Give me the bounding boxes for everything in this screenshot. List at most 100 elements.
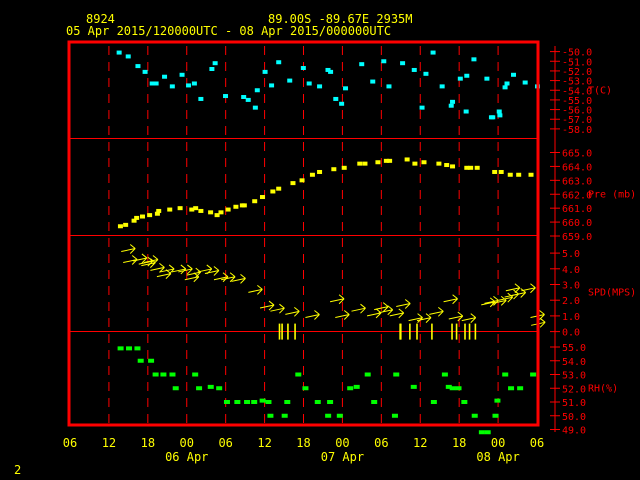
axis-tick-label: 52.0: [562, 384, 586, 395]
temperature-point: [135, 64, 141, 69]
time-tick-label: 06: [530, 436, 544, 450]
pressure-point: [177, 206, 183, 211]
axis-tick-label: 54.0: [562, 357, 586, 368]
humidity-point: [325, 413, 332, 418]
pressure-point: [270, 189, 276, 194]
pressure-point: [421, 160, 427, 165]
pressure-point: [147, 213, 153, 218]
humidity-point: [251, 400, 258, 404]
axis-tick-label: 0.0: [562, 328, 580, 339]
axis-tick-label: 51.0: [562, 398, 586, 409]
humidity-point: [484, 430, 491, 435]
temperature-point: [125, 54, 131, 59]
pressure-point: [498, 169, 504, 174]
time-tick-label: 00: [335, 436, 349, 450]
pressure-point: [117, 224, 123, 229]
wind-arrow: [461, 313, 477, 323]
humidity-point: [152, 372, 159, 377]
pressure-point: [208, 210, 214, 215]
temperature-point: [423, 71, 429, 76]
wind-arrow: [521, 283, 536, 294]
humidity-point: [492, 413, 499, 418]
axis-tick-label: 665.0: [562, 149, 592, 160]
humidity-point: [148, 358, 155, 363]
humidity-point: [302, 386, 309, 391]
temperature-point: [471, 57, 477, 62]
pressure-point: [516, 172, 522, 177]
pressure-point: [123, 222, 129, 227]
axis-tick-label: 659.0: [562, 232, 592, 243]
humidity-point: [502, 372, 509, 377]
pressure-point: [450, 164, 456, 169]
humidity-point: [494, 398, 501, 403]
pressure-point: [468, 165, 474, 170]
temperature-point: [411, 67, 417, 72]
temperature-point: [464, 73, 470, 78]
wind-arrow: [366, 308, 382, 319]
humidity-point: [471, 413, 478, 418]
humidity-point: [267, 413, 274, 418]
humidity-point: [223, 400, 230, 404]
temperature-point: [502, 85, 508, 90]
pressure-point: [198, 208, 204, 213]
axis-tick-label: 55.0: [562, 343, 586, 354]
temperature-point: [381, 59, 387, 64]
time-tick-label: 12: [413, 436, 427, 450]
pressure-point: [309, 172, 315, 177]
panel-label: T(C): [588, 85, 612, 96]
axis-tick-label: 4.0: [562, 265, 580, 276]
temperature-point: [169, 84, 175, 89]
temperature-point: [497, 113, 503, 118]
humidity-point: [295, 372, 302, 377]
page-number: 2: [14, 463, 21, 477]
temperature-point: [439, 84, 445, 89]
wind-arrow: [248, 284, 263, 295]
temperature-point: [400, 61, 406, 66]
axis-tick-label: 664.0: [562, 162, 592, 173]
pressure-point: [233, 204, 239, 209]
humidity-point: [371, 400, 378, 404]
axis-tick-label: 661.0: [562, 204, 592, 215]
humidity-point: [265, 400, 272, 404]
humidity-point: [137, 358, 144, 363]
temperature-point: [370, 79, 376, 84]
axis-tick-label: -58.0: [562, 125, 592, 136]
time-tick-label: 00: [180, 436, 194, 450]
humidity-point: [281, 413, 288, 418]
humidity-point: [508, 386, 515, 391]
temperature-point: [191, 81, 197, 86]
temperature-point: [490, 115, 496, 120]
pressure-point: [444, 163, 450, 168]
axis-tick-label: 660.0: [562, 218, 592, 229]
humidity-point: [336, 413, 343, 418]
humidity-point: [430, 400, 437, 404]
data-layer: [116, 50, 546, 435]
temperature-point: [386, 84, 392, 89]
temperature-point: [198, 96, 204, 101]
temperature-point: [223, 94, 229, 99]
temperature-point: [419, 105, 425, 110]
humidity-point: [455, 386, 462, 391]
time-tick-label: 00: [491, 436, 505, 450]
temperature-point: [142, 69, 148, 74]
time-tick-label: 06: [374, 436, 388, 450]
temperature-point: [450, 99, 456, 104]
humidity-point: [530, 372, 537, 377]
humidity-point: [160, 372, 167, 377]
pressure-point: [412, 161, 418, 166]
humidity-point: [284, 400, 291, 404]
humidity-point: [461, 400, 468, 404]
date-label: 07 Apr: [321, 450, 364, 464]
pressure-point: [218, 210, 224, 215]
pressure-point: [225, 207, 231, 212]
pressure-point: [167, 207, 173, 212]
wind-arrow: [259, 300, 275, 311]
axis-layer: -50.0-51.0-52.0-53.0-54.0-55.0-56.0-57.0…: [63, 40, 636, 464]
wind-arrow: [285, 306, 300, 317]
date-label: 08 Apr: [476, 450, 519, 464]
temperature-point: [457, 76, 463, 81]
axis-tick-label: 49.0: [562, 426, 586, 437]
axis-tick-label: 50.0: [562, 412, 586, 423]
wind-arrow: [443, 294, 458, 305]
wind-arrow: [305, 310, 320, 320]
